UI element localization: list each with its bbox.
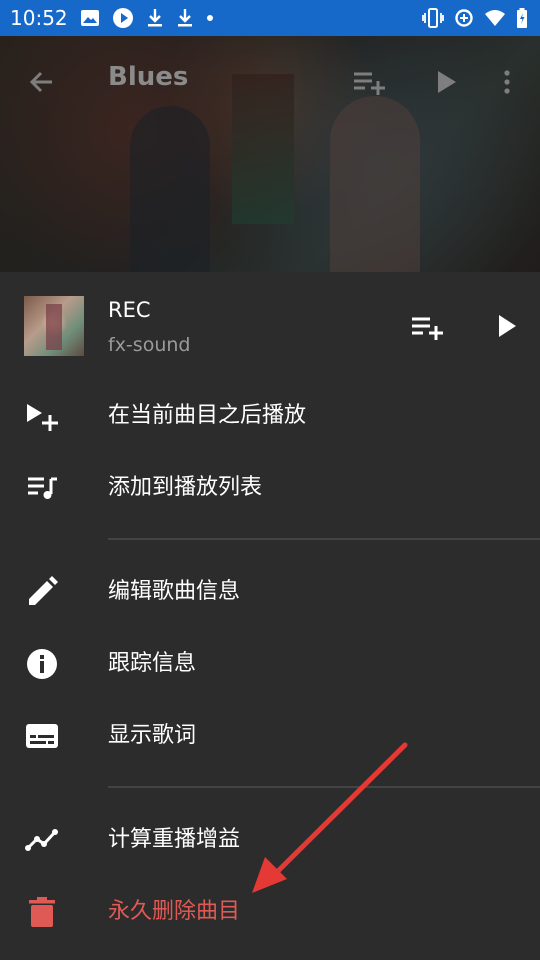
play-circle-icon [113,8,133,28]
menu-item-label: 添加到播放列表 [108,475,263,500]
info-icon [27,649,57,679]
song-artist: fx-sound [108,334,191,356]
subtitles-icon [26,724,58,748]
playlist-add-icon[interactable] [408,310,446,342]
page-title: Blues [108,62,189,92]
song-header: REC fx-sound [0,272,540,380]
menu-item-replay-gain[interactable]: 计算重播增益 [0,804,540,876]
download-icon [178,9,192,27]
play-icon[interactable] [430,66,462,98]
pencil-icon [29,576,58,605]
data-saver-icon [455,9,473,27]
menu-item-label: 计算重播增益 [108,827,241,852]
back-arrow-icon[interactable] [24,64,60,100]
menu-divider [108,538,540,540]
wifi-icon [485,10,505,26]
menu-item-play-next[interactable]: 在当前曲目之后播放 [0,380,540,452]
dot-icon [207,15,213,21]
menu-item-edit-song-info[interactable]: 编辑歌曲信息 [0,556,540,628]
more-vert-icon[interactable] [496,66,518,98]
status-time: 10:52 [10,6,68,30]
notification-icons [80,8,214,28]
play-next-icon [27,404,58,431]
menu-item-add-to-playlist[interactable]: 添加到播放列表 [0,452,540,524]
menu-item-label: 跟踪信息 [108,651,197,676]
trending-icon [25,829,58,851]
playlist-add-icon[interactable] [352,66,388,98]
song-options-sheet: REC fx-sound 在当前曲目之后播放 添加到播放列表 编辑歌曲信息 跟踪… [0,272,540,960]
menu-item-label: 编辑歌曲信息 [108,579,241,604]
menu-divider [108,786,540,788]
image-icon [81,10,99,26]
battery-icon [517,8,527,28]
menu-item-label: 显示歌词 [108,723,197,748]
menu-item-delete-song[interactable]: 永久删除曲目 [0,876,540,948]
album-artwork-header: Blues [0,36,540,272]
vibrate-icon [422,8,444,28]
menu-item-track-info[interactable]: 跟踪信息 [0,628,540,700]
trash-icon [29,897,55,927]
song-cover-art [24,296,84,356]
menu-item-label: 永久删除曲目 [108,899,241,924]
song-title: REC [108,298,151,322]
download-icon [148,9,162,27]
status-bar: 10:52 [0,0,540,36]
playlist-add-icon [28,477,57,499]
play-icon[interactable] [490,310,522,342]
menu-item-label: 在当前曲目之后播放 [108,403,307,428]
menu-item-show-lyrics[interactable]: 显示歌词 [0,700,540,772]
system-icons [422,8,528,28]
